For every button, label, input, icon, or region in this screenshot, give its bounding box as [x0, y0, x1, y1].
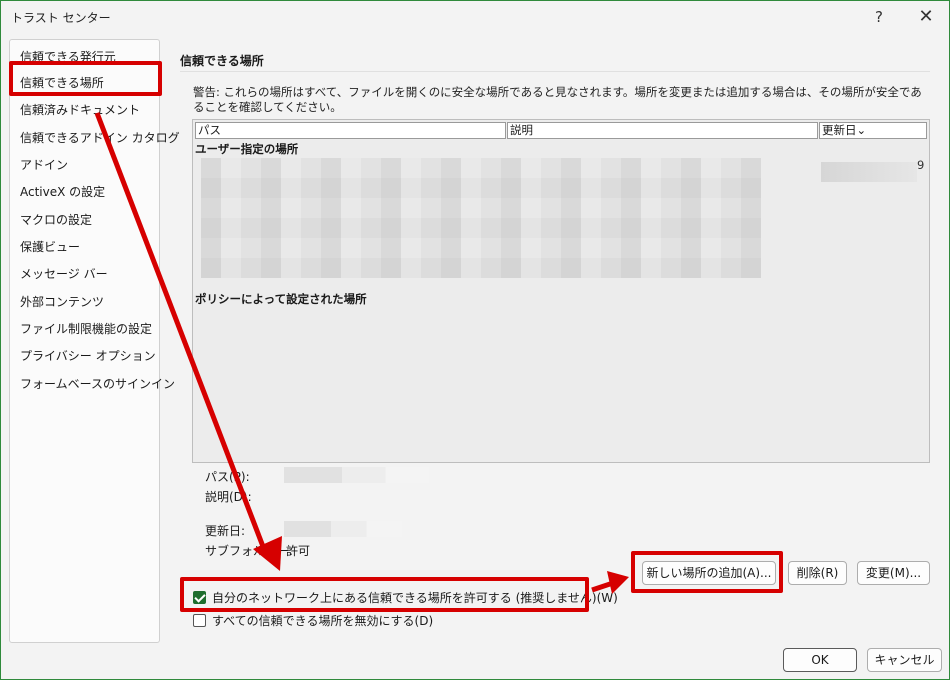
redacted-date-cell [821, 162, 917, 182]
remove-location-button[interactable]: 削除(R) [788, 561, 847, 585]
section-title: 信頼できる場所 [180, 54, 264, 68]
column-header-modified-date[interactable]: 更新日⌄ [819, 122, 927, 139]
sidebar-item-trusted-documents[interactable]: 信頼済みドキュメント [20, 101, 140, 118]
sidebar-item-trusted-publishers[interactable]: 信頼できる発行元 [20, 48, 116, 65]
column-header-path[interactable]: パス [195, 122, 506, 139]
user-locations-heading: ユーザー指定の場所 [195, 142, 299, 156]
close-button[interactable]: ✕ [906, 5, 946, 29]
ok-button[interactable]: OK [783, 648, 857, 672]
sidebar-item-trusted-locations[interactable]: 信頼できる場所 [20, 74, 104, 91]
sidebar-item-activex-settings[interactable]: ActiveX の設定 [20, 183, 105, 200]
allow-network-locations-option[interactable]: 自分のネットワーク上にある信頼できる場所を許可する (推奨しません)(W) [193, 589, 618, 606]
modify-location-button[interactable]: 変更(M)... [857, 561, 930, 585]
disable-all-locations-option[interactable]: すべての信頼できる場所を無効にする(D) [193, 612, 433, 629]
redacted-location-rows[interactable] [201, 158, 761, 278]
section-divider [180, 71, 930, 72]
disable-all-label[interactable]: すべての信頼できる場所を無効にする(D) [212, 614, 433, 628]
cancel-button[interactable]: キャンセル [867, 648, 942, 672]
sidebar: 信頼できる発行元 信頼できる場所 信頼済みドキュメント 信頼できるアドイン カタ… [9, 39, 180, 643]
redacted-path-value [284, 467, 429, 483]
sidebar-item-privacy-options[interactable]: プライバシー オプション [20, 347, 156, 364]
locations-table[interactable]: パス 説明 更新日⌄ ユーザー指定の場所 9 ポリシーによって設定された場所 [192, 119, 930, 463]
allow-network-checkbox[interactable] [193, 591, 206, 604]
sidebar-item-trusted-addin-catalogs[interactable]: 信頼できるアドイン カタログ [20, 129, 180, 146]
sidebar-item-external-content[interactable]: 外部コンテンツ [20, 293, 104, 310]
sidebar-item-macro-settings[interactable]: マクロの設定 [20, 211, 92, 228]
sidebar-item-form-based-signin[interactable]: フォームベースのサインイン [20, 375, 175, 392]
path-label: パス(P): [205, 470, 250, 484]
sidebar-item-file-block-settings[interactable]: ファイル制限機能の設定 [20, 320, 152, 337]
warning-text: 警告: これらの場所はすべて、ファイルを開くのに安全な場所であると見なされます。… [193, 85, 922, 114]
date-cell-fragment: 9 [917, 158, 925, 172]
allow-network-label[interactable]: 自分のネットワーク上にある信頼できる場所を許可する (推奨しません)(W) [212, 591, 618, 605]
redacted-date-value [284, 521, 402, 537]
policy-locations-heading: ポリシーによって設定された場所 [195, 292, 367, 306]
column-header-description[interactable]: 説明 [507, 122, 818, 139]
trust-center-dialog: トラスト センター ? ✕ 信頼できる発行元 信頼できる場所 信頼済みドキュメン… [0, 0, 950, 680]
subfolder-label: サブフォルダー: [205, 544, 294, 558]
subfolder-value: 許可 [286, 544, 311, 558]
dialog-title: トラスト センター [11, 11, 111, 25]
add-location-button[interactable]: 新しい場所の追加(A)... [642, 561, 776, 585]
modified-date-label: 更新日: [205, 524, 246, 538]
title-bar: トラスト センター ? ✕ [1, 1, 949, 33]
sidebar-item-protected-view[interactable]: 保護ビュー [20, 238, 80, 255]
sidebar-item-addins[interactable]: アドイン [20, 156, 68, 173]
disable-all-checkbox[interactable] [193, 614, 206, 627]
help-button[interactable]: ? [859, 5, 899, 29]
description-label: 説明(D): [205, 490, 252, 504]
sidebar-item-message-bar[interactable]: メッセージ バー [20, 265, 108, 282]
